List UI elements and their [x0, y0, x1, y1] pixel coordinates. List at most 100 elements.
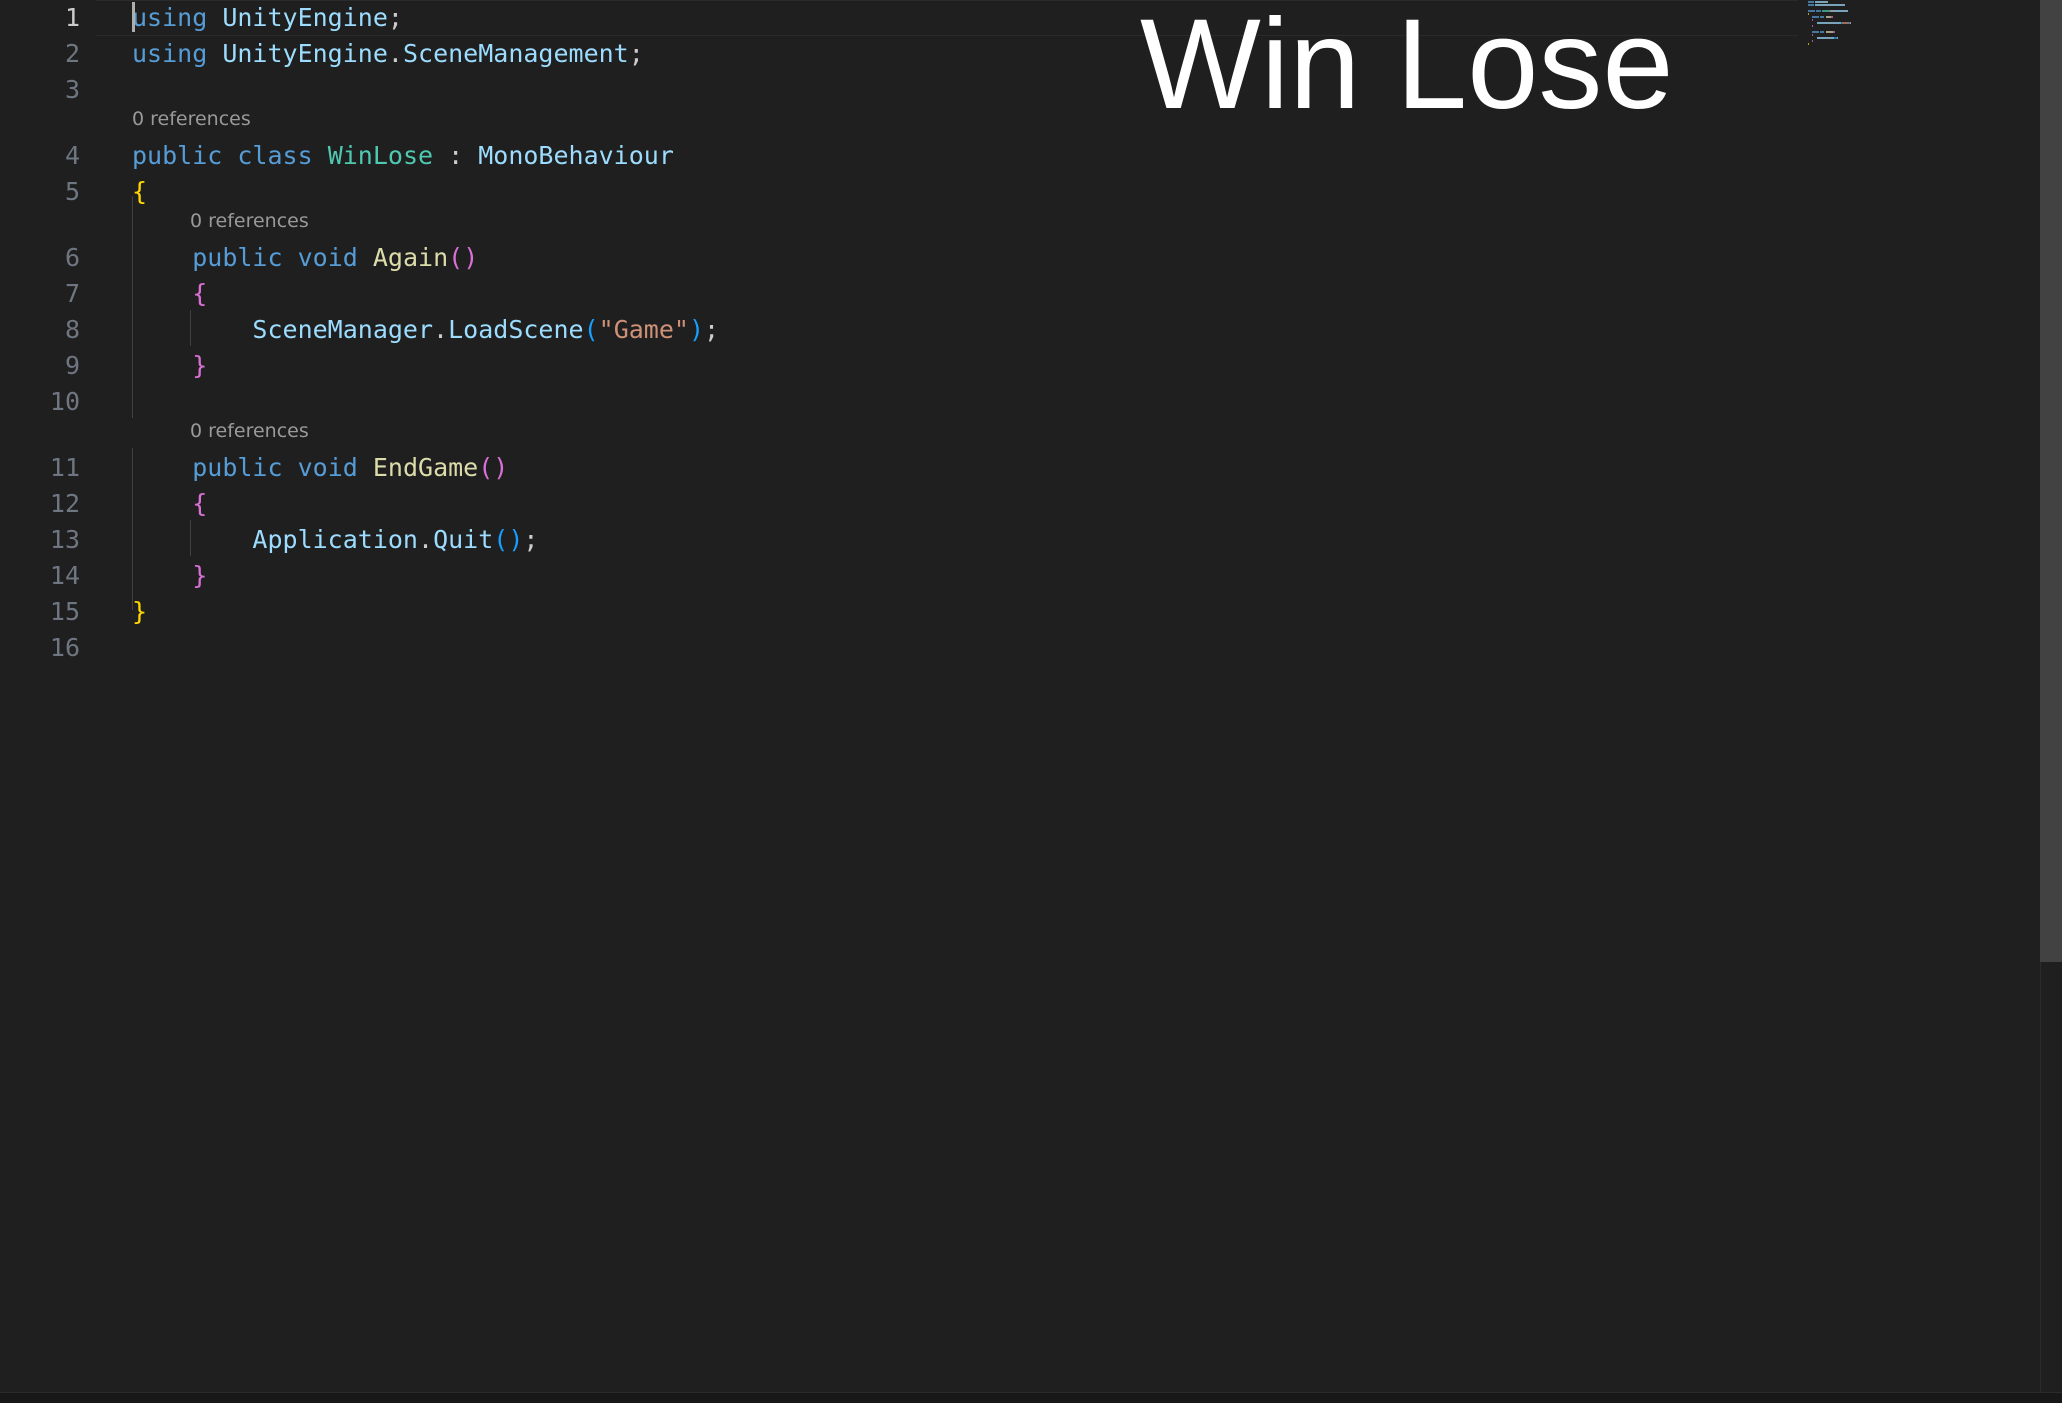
code-token: void	[297, 243, 358, 272]
code-text[interactable]: }	[132, 558, 207, 594]
code-token: .	[387, 39, 403, 68]
line-number: 13	[49, 525, 80, 554]
minimap-stroke	[1844, 4, 1846, 6]
code-token: public	[132, 141, 223, 170]
code-token: MonoBehaviour	[478, 141, 674, 170]
minimap-stroke	[1836, 37, 1838, 39]
code-text[interactable]: SceneManager.LoadScene("Game");	[132, 312, 719, 348]
bottom-border	[0, 1392, 2062, 1403]
minimap-stroke	[1808, 10, 1815, 12]
line-number: 15	[49, 597, 80, 626]
code-editor[interactable]: 1 using UnityEngine; 2 using UnityEngine.Sc…	[0, 0, 2040, 1396]
code-token: WinLose	[327, 141, 434, 170]
code-text[interactable]: public void Again()	[132, 240, 478, 276]
minimap-stroke	[1849, 22, 1851, 24]
code-token: using	[132, 39, 208, 68]
minimap-stroke	[1827, 4, 1845, 6]
minimap-stroke	[1831, 22, 1841, 24]
line-number: 7	[64, 279, 80, 308]
code-token: ;	[523, 525, 539, 554]
minimap-stroke	[1812, 25, 1814, 27]
minimap-stroke	[1826, 1, 1828, 3]
code-text[interactable]: public class WinLose : MonoBehaviour	[132, 138, 674, 174]
codelens-references[interactable]: 0 references	[190, 206, 309, 236]
line-number: 1	[64, 3, 80, 32]
code-token: }	[192, 351, 208, 380]
line-number: 14	[49, 561, 80, 590]
code-token: {	[192, 279, 208, 308]
minimap-stroke	[1812, 16, 1819, 18]
minimap-stroke	[1812, 34, 1814, 36]
line-number: 5	[64, 177, 80, 206]
code-text[interactable]: }	[132, 594, 147, 630]
line-number: 10	[49, 387, 80, 416]
line-number: 3	[64, 75, 80, 104]
codelens-references[interactable]: 0 references	[132, 104, 251, 134]
minimap-stroke	[1842, 22, 1849, 24]
code-token: .	[418, 525, 434, 554]
minimap-stroke	[1814, 1, 1827, 3]
code-token: {	[192, 489, 208, 518]
minimap-stroke	[1833, 10, 1848, 12]
minimap-stroke	[1808, 13, 1810, 15]
minimap-stroke	[1812, 40, 1814, 42]
line-number: 11	[49, 453, 80, 482]
minimap-stroke	[1812, 31, 1819, 33]
indent-guide	[132, 196, 133, 418]
code-token: using	[132, 3, 208, 32]
code-token: void	[297, 453, 358, 482]
indent-guide	[190, 310, 191, 346]
minimap-stroke	[1812, 19, 1814, 21]
code-token: SceneManagement	[402, 39, 629, 68]
code-token: ()	[493, 525, 524, 554]
minimap-stroke	[1815, 10, 1822, 12]
text-cursor	[132, 2, 135, 32]
code-token: UnityEngine	[222, 3, 388, 32]
code-text[interactable]: {	[132, 486, 207, 522]
minimap-stroke	[1833, 31, 1836, 33]
vertical-scrollbar-thumb[interactable]	[2040, 0, 2062, 962]
code-text[interactable]: {	[132, 276, 207, 312]
minimap[interactable]	[1804, 0, 1890, 60]
code-token: LoadScene	[448, 315, 584, 344]
code-token: public	[192, 243, 283, 272]
minimap-stroke	[1825, 31, 1834, 33]
code-token: ()	[448, 243, 479, 272]
code-token: ;	[704, 315, 720, 344]
line-number: 4	[64, 141, 80, 170]
indent-guide	[190, 520, 191, 556]
code-text[interactable]: Application.Quit();	[132, 522, 538, 558]
code-text[interactable]: public void EndGame()	[132, 450, 508, 486]
code-token: UnityEngine	[222, 39, 388, 68]
code-token: ;	[387, 3, 403, 32]
code-token: ()	[478, 453, 509, 482]
indent-guide	[132, 448, 133, 610]
code-token: :	[433, 141, 479, 170]
code-text[interactable]: using UnityEngine;	[132, 0, 403, 36]
code-token: }	[192, 561, 208, 590]
codelens-references[interactable]: 0 references	[190, 416, 309, 446]
code-token: }	[132, 597, 148, 626]
code-text[interactable]: using UnityEngine.SceneManagement;	[132, 36, 644, 72]
code-text[interactable]: }	[132, 348, 207, 384]
minimap-stroke	[1808, 4, 1814, 6]
minimap-stroke	[1820, 31, 1825, 33]
line-number: 9	[64, 351, 80, 380]
line-number: 6	[64, 243, 80, 272]
code-token: ;	[628, 39, 644, 68]
code-text[interactable]: {	[132, 174, 147, 210]
